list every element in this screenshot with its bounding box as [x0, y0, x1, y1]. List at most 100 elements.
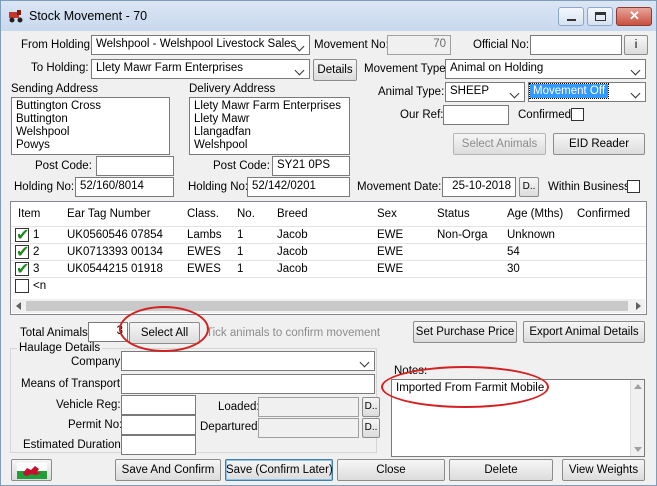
scroll-up-icon[interactable] [634, 384, 642, 389]
table-row[interactable]: ✔ 3 UK0544215 01918 EWES 1 Jacob EWE 30 [11, 259, 646, 278]
from-holding-select[interactable]: Welshpool - Welshpool Livestock Sales [91, 35, 310, 55]
movement-direction-select[interactable]: Movement Off [528, 82, 646, 102]
loaded-label: Loaded: [218, 401, 260, 413]
from-holding-value: Welshpool - Welshpool Livestock Sales [96, 38, 297, 50]
info-button[interactable]: i [624, 35, 648, 55]
movement-date-picker-button[interactable]: D.. [519, 177, 539, 197]
means-of-transport-input[interactable] [121, 374, 375, 394]
scroll-right-icon[interactable] [636, 302, 641, 310]
row-item: 3 [33, 263, 40, 275]
departured-date-picker-button[interactable]: D.. [362, 418, 380, 438]
sending-holding-input[interactable]: 52/160/8014 [75, 177, 174, 197]
tractor-icon [9, 10, 23, 23]
row-confirm-checkbox[interactable]: ✔ [15, 225, 29, 244]
row-no: 1 [237, 263, 244, 275]
grid-horizontal-scrollbar[interactable] [12, 299, 645, 313]
delivery-address-line: Llangadfan [194, 126, 251, 138]
scrollbar-thumb[interactable] [26, 301, 628, 311]
sending-address-line: Powys [16, 139, 50, 151]
delivery-postcode-label: Post Code: [213, 160, 270, 172]
delivery-holding-label: Holding No: [188, 181, 249, 193]
set-purchase-price-button[interactable]: Set Purchase Price [413, 321, 517, 343]
loaded-field [258, 397, 359, 417]
column-header-ear-tag: Ear Tag Number [67, 208, 151, 220]
close-button[interactable]: Close [337, 459, 445, 481]
to-holding-select[interactable]: Llety Mawr Farm Enterprises [91, 59, 310, 79]
estimated-duration-input[interactable] [121, 435, 196, 455]
row-age: Unknown [507, 229, 555, 241]
loaded-date-picker-button[interactable]: D.. [362, 397, 380, 417]
row-sex: EWE [377, 246, 404, 258]
delivery-holding-input[interactable]: 52/142/0201 [247, 177, 350, 197]
table-row[interactable]: ✔ 2 UK0713393 00134 EWES 1 Jacob EWE 54 [11, 242, 646, 261]
maximize-icon [595, 12, 606, 21]
sending-address-label: Sending Address [11, 83, 98, 95]
within-business-checkbox[interactable] [627, 180, 640, 193]
table-row[interactable]: ✔ 1 UK0560546 07854 Lambs 1 Jacob EWE No… [11, 225, 646, 244]
row-class: EWES [187, 263, 221, 275]
sending-address-memo[interactable]: Buttington Cross Buttington Welshpool Po… [11, 97, 170, 155]
sending-postcode-input[interactable] [96, 156, 174, 176]
welsh-flag-icon [17, 463, 47, 479]
details-button[interactable]: Details [313, 59, 357, 81]
table-row-new[interactable]: <n [11, 277, 646, 294]
column-header-class: Class. [187, 208, 219, 220]
notes-memo[interactable]: Imported From Farmit Mobile [391, 379, 645, 457]
permit-no-input[interactable] [121, 415, 196, 435]
official-no-input[interactable] [530, 35, 622, 55]
company-select[interactable] [121, 351, 375, 371]
row-confirm-checkbox[interactable]: ✔ [15, 259, 30, 278]
delivery-address-line: Llety Mawr Farm Enterprises [194, 100, 341, 112]
row-class: Lambs [187, 229, 222, 241]
delivery-address-label: Delivery Address [189, 83, 276, 95]
sending-address-line: Welshpool [16, 126, 70, 138]
movement-date-input[interactable]: 25-10-2018 [442, 177, 516, 197]
delivery-address-line: Welshpool [194, 139, 248, 151]
export-animal-details-button[interactable]: Export Animal Details [523, 321, 645, 343]
row-ear-tag: UK0713393 00134 [67, 246, 163, 258]
company-label: Company: [71, 356, 124, 368]
column-header-no: No. [237, 208, 255, 220]
row-item: 1 [33, 229, 40, 241]
checkmark-icon: ✔ [16, 259, 30, 278]
delete-button[interactable]: Delete [449, 459, 553, 481]
new-row-marker: <n [33, 280, 47, 292]
scroll-left-icon[interactable] [16, 302, 21, 310]
haulage-details-label: Haulage Details [17, 342, 103, 354]
scroll-down-icon[interactable] [634, 447, 642, 452]
close-window-button[interactable]: ✕ [616, 7, 652, 26]
column-header-breed: Breed [277, 208, 308, 220]
row-age: 30 [507, 263, 520, 275]
row-no: 1 [237, 229, 244, 241]
row-confirm-checkbox[interactable] [15, 279, 29, 293]
delivery-postcode-input[interactable]: SY21 0PS [272, 156, 350, 176]
movement-no-field: 70 [387, 35, 451, 55]
within-business-label: Within Business [548, 181, 630, 193]
animal-type-label: Animal Type: [378, 86, 445, 98]
vehicle-reg-input[interactable] [121, 395, 196, 415]
view-weights-button[interactable]: View Weights [562, 459, 645, 481]
select-animals-button[interactable]: Select Animals [453, 133, 546, 155]
window-title: Stock Movement - 70 [29, 9, 148, 23]
movement-type-select[interactable]: Animal on Holding [445, 59, 646, 79]
select-all-button[interactable]: Select All [129, 322, 200, 344]
delivery-address-memo[interactable]: Llety Mawr Farm Enterprises Llety Mawr L… [189, 97, 350, 155]
row-no: 1 [237, 246, 244, 258]
animal-type-select[interactable]: SHEEP [445, 82, 525, 102]
save-confirm-later-button[interactable]: Save (Confirm Later) [225, 459, 333, 481]
confirmed-checkbox[interactable] [571, 108, 584, 121]
official-no-label: Official No: [473, 39, 530, 51]
our-ref-input[interactable] [443, 105, 509, 125]
notes-text: Imported From Farmit Mobile [396, 382, 545, 394]
maximize-button[interactable] [587, 7, 613, 26]
language-flag-button[interactable] [11, 459, 52, 481]
column-header-confirmed: Confirmed [577, 208, 631, 220]
notes-scrollbar[interactable] [630, 380, 644, 456]
save-and-confirm-button[interactable]: Save And Confirm [115, 459, 221, 481]
confirmed-label: Confirmed: [518, 109, 575, 121]
row-confirm-checkbox[interactable]: ✔ [15, 242, 29, 261]
eid-reader-button[interactable]: EID Reader [553, 133, 645, 155]
from-holding-label: From Holding: [21, 39, 94, 51]
movement-type-label: Movement Type: [364, 63, 449, 75]
minimize-button[interactable] [558, 7, 584, 26]
